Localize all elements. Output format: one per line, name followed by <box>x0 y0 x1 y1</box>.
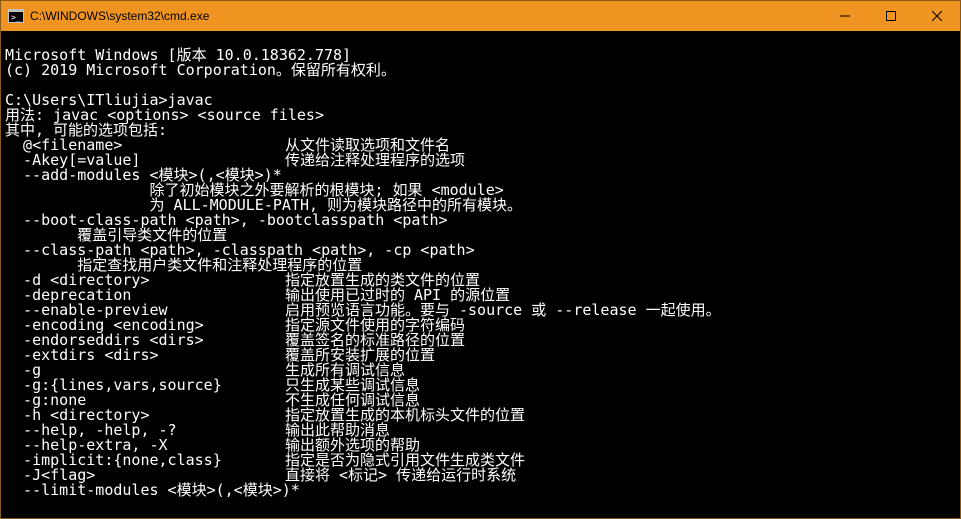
close-button[interactable] <box>914 1 960 31</box>
titlebar[interactable]: >_ C:\WINDOWS\system32\cmd.exe <box>1 1 960 31</box>
line: (c) 2019 Microsoft Corporation。保留所有权利。 <box>5 61 396 79</box>
terminal-output[interactable]: Microsoft Windows [版本 10.0.18362.778] (c… <box>1 31 960 518</box>
minimize-button[interactable] <box>822 1 868 31</box>
line: --limit-modules <模块>(,<模块>)* <box>5 481 300 499</box>
maximize-button[interactable] <box>868 1 914 31</box>
cmd-icon: >_ <box>8 9 24 23</box>
svg-text:>_: >_ <box>11 13 21 22</box>
window-title: C:\WINDOWS\system32\cmd.exe <box>30 9 209 23</box>
cmd-window: >_ C:\WINDOWS\system32\cmd.exe Microsoft… <box>0 0 961 519</box>
